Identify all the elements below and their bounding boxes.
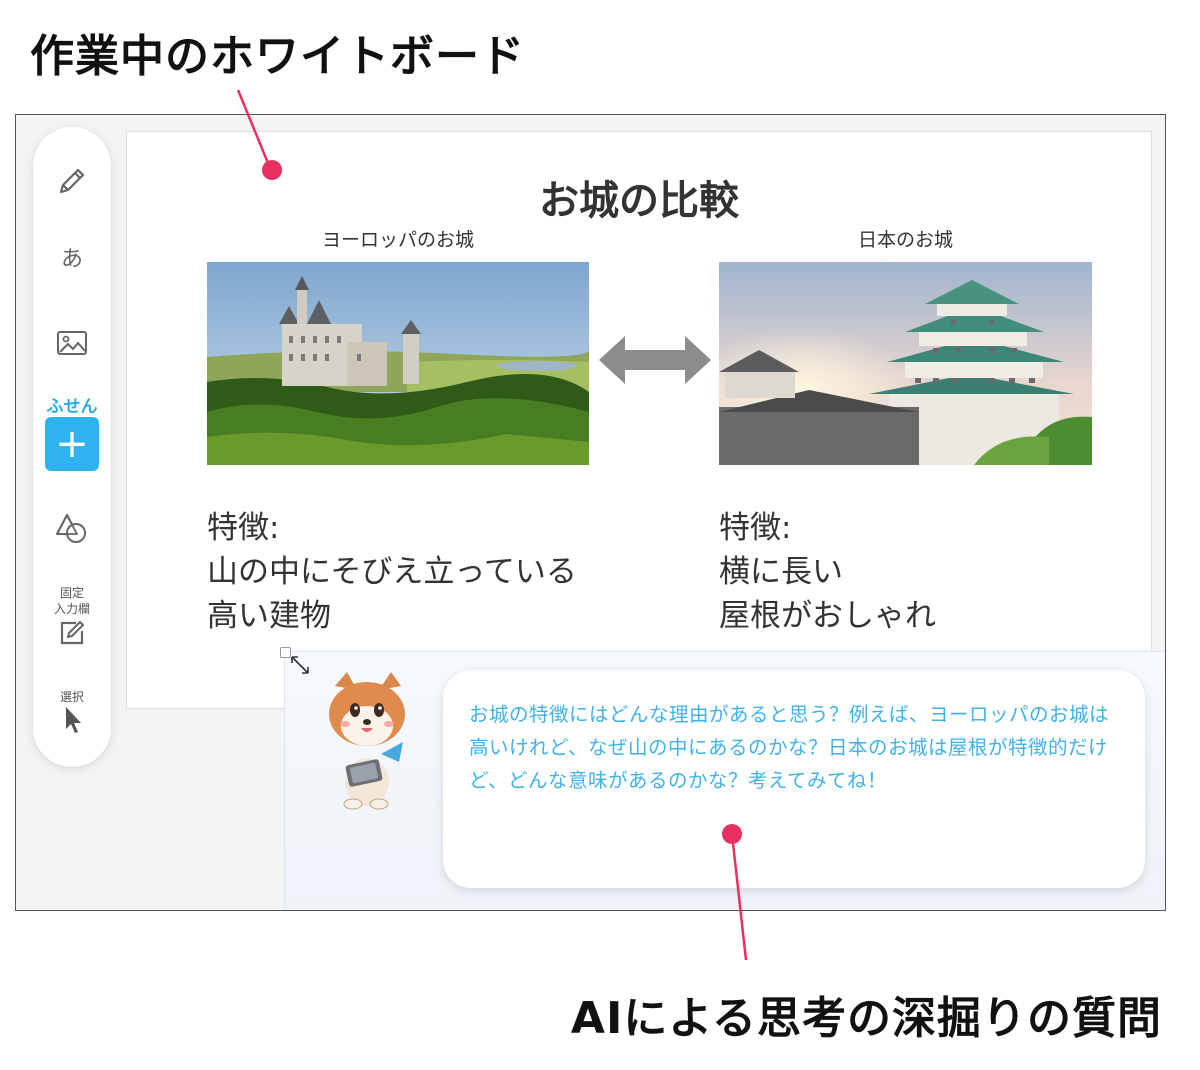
pencil-icon [59,168,85,194]
left-features[interactable]: 特徴: 山の中にそびえ立っている 高い建物 [207,506,577,638]
annotation-dot [262,160,282,180]
plus-icon[interactable]: + [45,417,99,471]
feature-line: 屋根がおしゃれ [719,598,936,634]
feature-line: 特徴: [207,510,280,546]
ai-question-bubble: お城の特徴にはどんな理由があると思う？例えば、ヨーロッパのお城は高いけれど、なぜ… [443,670,1145,888]
pencil-tool[interactable] [33,163,111,199]
shapes-tool[interactable] [33,510,111,546]
right-image-label: 日本のお城 [857,229,953,251]
image-icon [57,331,87,355]
toolbar: あ ふせん + 固定 入力欄 選択 [33,127,111,767]
fusen-tool[interactable]: ふせん + [33,392,111,471]
left-image-label: ヨーロッパのお城 [321,229,474,251]
resize-arrow-icon[interactable] [289,654,311,676]
fixed-input-label: 固定 入力欄 [53,586,90,616]
cursor-icon [66,707,81,733]
fusen-label: ふせん [46,397,98,417]
feature-line: 高い建物 [207,598,331,634]
annotation-dot [722,824,742,844]
whiteboard-caption: 作業中のホワイトボード [30,31,525,82]
board-title: お城の比較 [539,178,739,224]
ai-assistant-panel: お城の特徴にはどんな理由があると思う？例えば、ヨーロッパのお城は高いけれど、なぜ… [280,647,1165,910]
text-tool[interactable]: あ [33,241,111,273]
japanese-castle-image[interactable] [719,262,1092,465]
edit-box-icon [60,621,84,645]
european-castle-image[interactable] [207,262,589,465]
text-icon: あ [60,247,83,272]
app-window: あ ふせん + 固定 入力欄 選択 お城の比較 ヨーロッパのお城 日本のお城 特… [15,114,1166,911]
shiba-mascot-icon [329,672,405,810]
feature-line: 特徴: [719,510,792,546]
feature-line: 横に長い [719,554,843,590]
whiteboard[interactable]: お城の比較 ヨーロッパのお城 日本のお城 特徴: 山の中にそびえ立っている 高い… [126,131,1152,709]
right-features[interactable]: 特徴: 横に長い 屋根がおしゃれ [719,506,936,638]
feature-line: 山の中にそびえ立っている [207,554,577,590]
shapes-icon [56,514,86,543]
ai-question-text: お城の特徴にはどんな理由があると思う？例えば、ヨーロッパのお城は高いけれど、なぜ… [469,703,1110,792]
select-label: 選択 [59,690,84,704]
double-arrow-icon [599,336,711,384]
fixed-input-tool[interactable]: 固定 入力欄 [33,585,111,649]
ai-question-caption: AIによる思考の深掘りの質問 [570,993,1162,1044]
select-tool[interactable]: 選択 [33,689,111,735]
image-tool[interactable] [33,328,111,358]
